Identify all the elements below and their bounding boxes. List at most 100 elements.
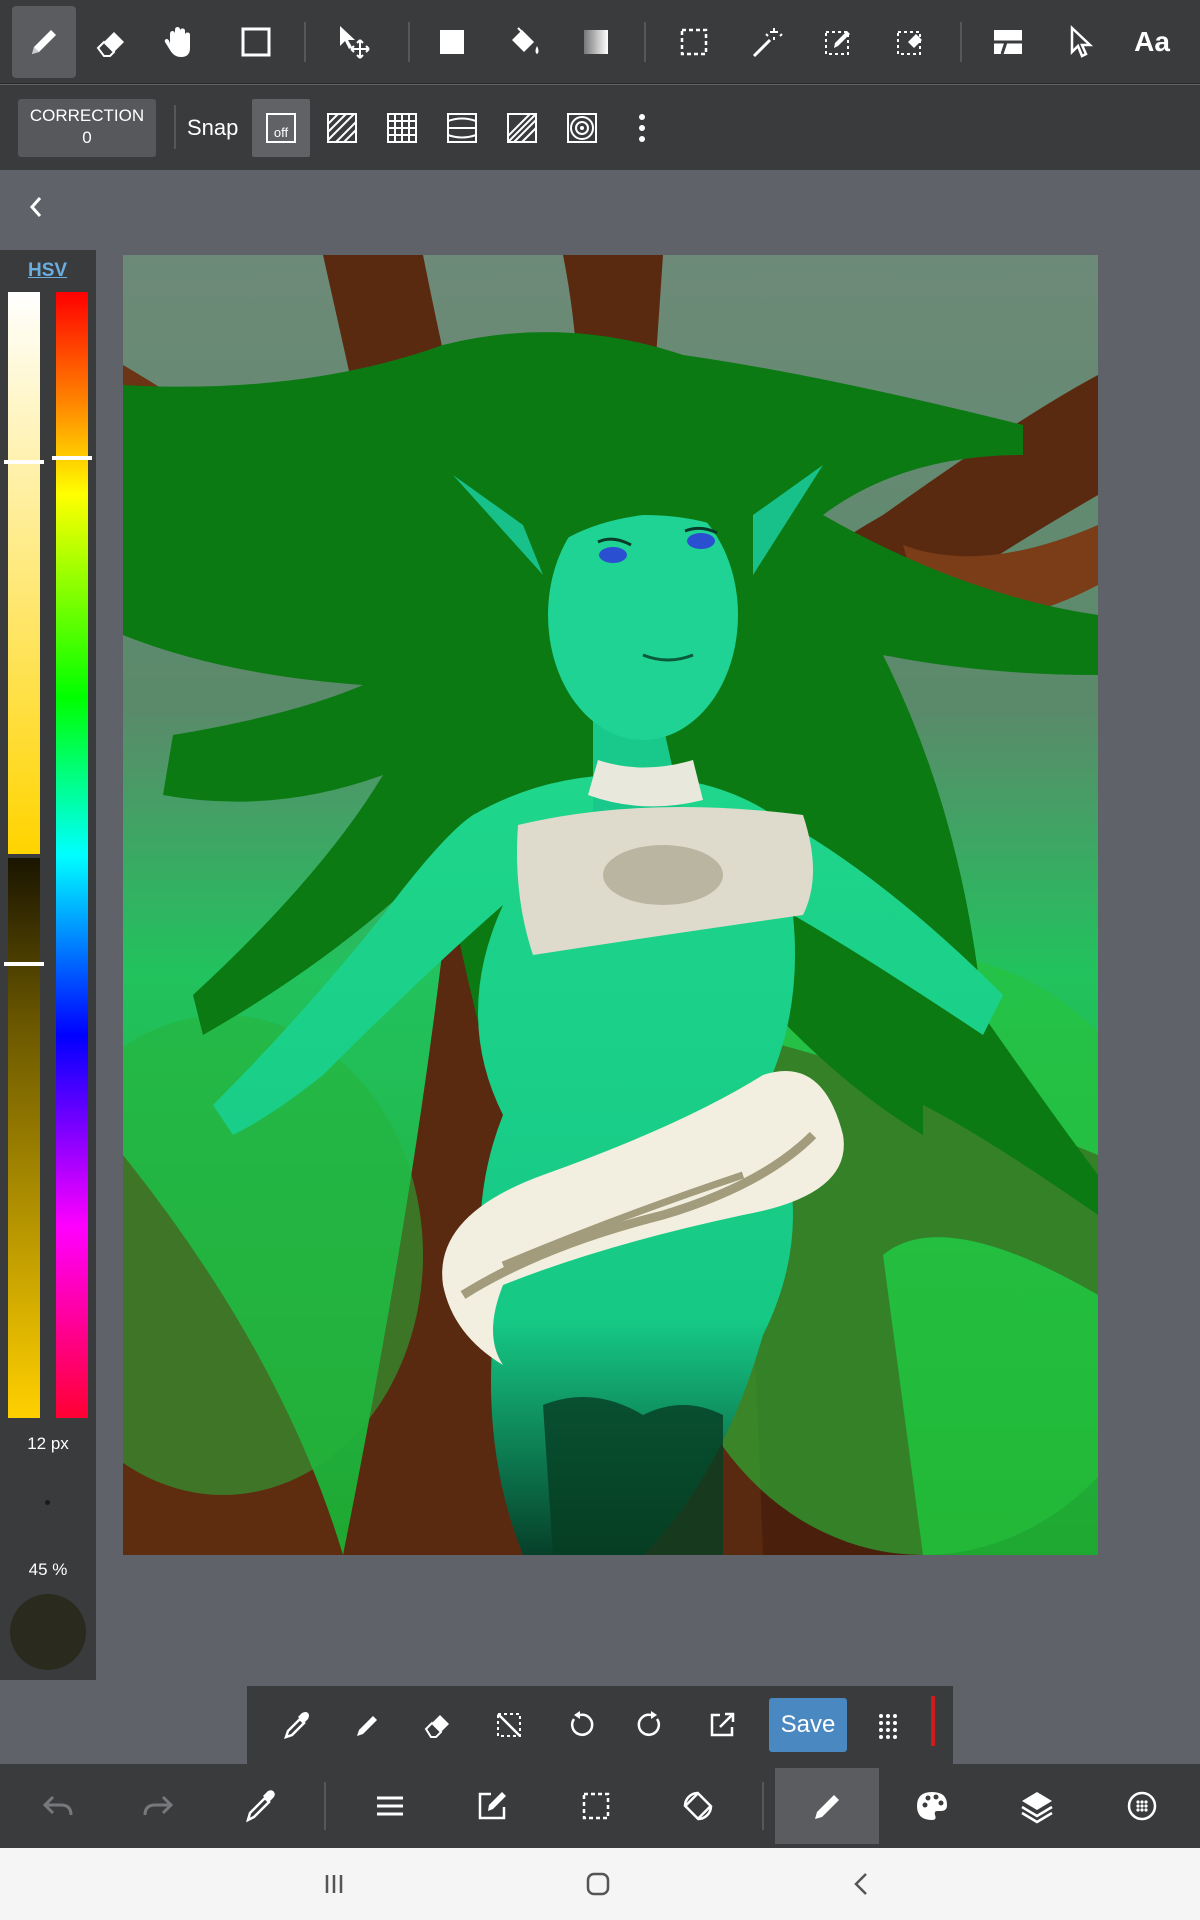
undo-button[interactable] (6, 1768, 110, 1844)
snap-parallel-button[interactable] (313, 99, 371, 157)
collapse-panel-icon[interactable] (24, 192, 48, 222)
home-icon (586, 1872, 610, 1896)
edit-icon (478, 1792, 506, 1820)
more-options-icon[interactable] (630, 111, 654, 145)
move-tool-button[interactable] (322, 6, 386, 78)
edit-button[interactable] (440, 1768, 544, 1844)
brush-button[interactable] (775, 1768, 879, 1844)
pen-icon (815, 1795, 839, 1819)
eyedropper-icon (246, 1790, 275, 1823)
rotate-right-button[interactable] (622, 1696, 680, 1754)
hue-slider[interactable] (52, 292, 92, 1418)
eraser-icon (96, 32, 124, 57)
save-button[interactable]: Save (769, 1698, 847, 1752)
pen-tool-button[interactable] (12, 6, 76, 78)
eraser-icon (424, 1715, 449, 1738)
toolbar-divider (304, 22, 306, 62)
opacity-value[interactable]: 45 % (0, 1560, 96, 1580)
settings-button[interactable] (1090, 1768, 1194, 1844)
snap-off-icon: off (266, 113, 296, 143)
snap-circle-button[interactable] (553, 99, 611, 157)
bottombar-divider (324, 1782, 326, 1830)
grid-menu-button[interactable] (859, 1696, 917, 1754)
snap-label: Snap (187, 115, 239, 140)
rotate-right-icon (637, 1711, 661, 1736)
home-button[interactable] (576, 1862, 620, 1906)
snap-circle-icon (567, 113, 597, 143)
gradient-tool-button[interactable] (564, 6, 628, 78)
color-panel: HSV 12 px 45 % (0, 250, 96, 1680)
move-icon (340, 26, 370, 59)
back-icon (854, 1873, 867, 1895)
pen-icon (357, 1716, 377, 1736)
rotate-left-icon (570, 1711, 594, 1736)
correction-button[interactable]: CORRECTION 0 (18, 99, 156, 157)
clear-selection-button[interactable] (480, 1696, 538, 1754)
pointer-icon (1070, 25, 1094, 58)
toolbar-divider (408, 22, 410, 62)
select-icon (680, 28, 708, 56)
brush-preview-dot (45, 1500, 50, 1505)
layers-button[interactable] (985, 1768, 1089, 1844)
quick-eraser-button[interactable] (409, 1696, 467, 1754)
selection-button[interactable] (544, 1768, 648, 1844)
text-tool-button[interactable]: Aa (1120, 6, 1184, 78)
snap-grid-button[interactable] (373, 99, 431, 157)
quick-action-bar: Save (247, 1686, 953, 1764)
back-button[interactable] (840, 1862, 884, 1906)
eraser-tool-button[interactable] (80, 6, 144, 78)
recent-apps-button[interactable] (312, 1862, 356, 1906)
snap-vanish-icon (507, 113, 537, 143)
bucket-tool-button[interactable] (492, 6, 556, 78)
share-button[interactable] (693, 1696, 751, 1754)
select-eraser-tool-button[interactable] (878, 6, 942, 78)
main-toolbar: Aa (0, 0, 1200, 84)
rectangle-icon (241, 27, 271, 57)
magic-wand-tool-button[interactable] (734, 6, 798, 78)
frame-tool-button[interactable] (976, 6, 1040, 78)
bottom-eyedropper-button[interactable] (208, 1768, 312, 1844)
transform-button[interactable] (646, 1768, 750, 1844)
globe-icon (1127, 1791, 1157, 1821)
correction-label: CORRECTION (29, 106, 145, 125)
fill-rect-tool-button[interactable] (420, 6, 484, 78)
snap-perspective-button[interactable] (433, 99, 491, 157)
rotate-canvas-icon (683, 1791, 713, 1821)
redo-button[interactable] (106, 1768, 210, 1844)
system-navigation-bar (0, 1848, 1200, 1920)
snap-off-button[interactable]: off (252, 99, 310, 157)
select-tool-button[interactable] (662, 6, 726, 78)
layers-icon (1021, 1792, 1053, 1824)
deselect-icon (497, 1713, 521, 1737)
hue-marker[interactable] (52, 456, 92, 460)
color-indicator-line (931, 1696, 935, 1746)
value-marker[interactable] (4, 962, 44, 966)
select-eraser-icon (897, 31, 922, 55)
menu-button[interactable] (338, 1768, 442, 1844)
hand-tool-button[interactable] (148, 6, 212, 78)
quick-pen-button[interactable] (338, 1696, 396, 1754)
current-color-swatch[interactable] (10, 1594, 86, 1670)
fill-rect-icon (440, 30, 464, 54)
grid-dots-icon (879, 1714, 897, 1739)
select-icon (582, 1792, 610, 1820)
tool-options-bar: CORRECTION 0 Snap off (0, 85, 1200, 170)
brush-size-value[interactable]: 12 px (0, 1434, 96, 1454)
artwork-canvas[interactable] (123, 255, 1098, 1555)
text-icon: Aa (1134, 26, 1170, 57)
pointer-tool-button[interactable] (1048, 6, 1112, 78)
artwork-image (123, 255, 1098, 1555)
toolbar-divider (960, 22, 962, 62)
color-palette-button[interactable] (880, 1768, 984, 1844)
saturation-value-slider[interactable] (4, 292, 44, 1418)
saturation-marker[interactable] (4, 460, 44, 464)
hsv-mode-tab[interactable]: HSV (28, 260, 67, 282)
select-pen-tool-button[interactable] (806, 6, 870, 78)
rotate-left-button[interactable] (551, 1696, 609, 1754)
bottombar-divider (762, 1782, 764, 1830)
rectangle-tool-button[interactable] (224, 6, 288, 78)
correction-value: 0 (82, 128, 92, 147)
eyedropper-button[interactable] (267, 1696, 325, 1754)
external-link-icon (710, 1712, 735, 1737)
snap-vanish-button[interactable] (493, 99, 551, 157)
